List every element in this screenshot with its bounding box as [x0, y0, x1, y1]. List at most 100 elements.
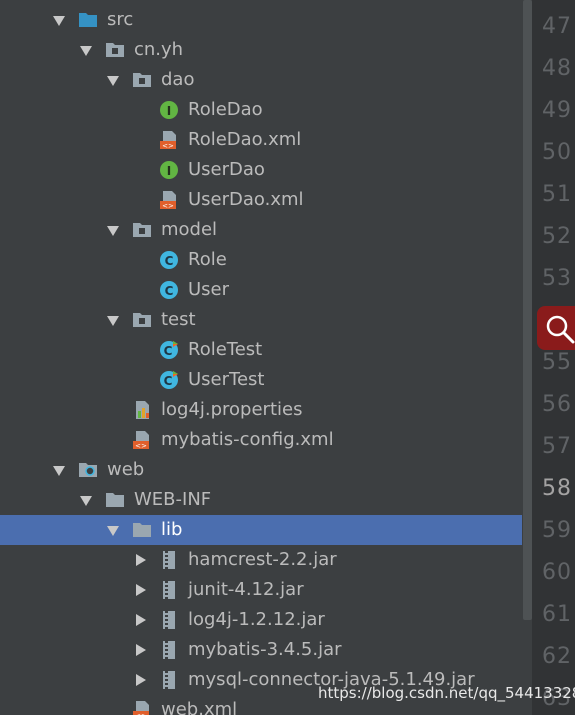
svg-text:C: C [164, 344, 173, 358]
folder-icon [132, 520, 152, 540]
chevron-right-icon[interactable] [133, 583, 147, 597]
line-number: 53 [542, 266, 572, 291]
xml-file-icon: <> [159, 190, 179, 210]
package-icon [132, 310, 152, 330]
tree-item-label: RoleDao [188, 99, 263, 120]
line-number-gutter: 4748495051525354555657585960616263 [532, 0, 575, 715]
magnifier-icon [546, 315, 575, 344]
tree-item-label: lib [161, 519, 183, 540]
line-number: 52 [542, 224, 572, 249]
tree-item[interactable]: WEB-INF [0, 485, 522, 515]
line-number: 51 [542, 182, 572, 207]
chevron-down-icon[interactable] [79, 493, 93, 507]
tree-item-label: hamcrest-2.2.jar [188, 549, 337, 570]
tree-item[interactable]: model [0, 215, 522, 245]
tree-item-label: web [107, 459, 145, 480]
chevron-down-icon[interactable] [79, 43, 93, 57]
tree-item[interactable]: <> mybatis-config.xml [0, 425, 522, 455]
chevron-down-icon[interactable] [52, 13, 66, 27]
tree-item-label: mybatis-config.xml [161, 429, 334, 450]
line-number: 56 [542, 392, 572, 417]
class-icon: C [159, 280, 179, 300]
svg-text:C: C [164, 374, 173, 388]
jar-icon [159, 640, 179, 660]
tree-item[interactable]: C UserTest [0, 365, 522, 395]
line-number: 62 [542, 644, 572, 669]
tree-item-label: UserDao.xml [188, 189, 304, 210]
tree-item-label: dao [161, 69, 195, 90]
line-number: 58 [542, 476, 572, 501]
line-number: 49 [542, 98, 572, 123]
chevron-down-icon[interactable] [106, 223, 120, 237]
line-number: 47 [542, 14, 572, 39]
test-class-icon: C [159, 340, 179, 360]
chevron-right-icon[interactable] [133, 643, 147, 657]
line-number: 55 [542, 350, 572, 375]
line-number: 57 [542, 434, 572, 459]
jar-icon [159, 550, 179, 570]
tree-item-label: mybatis-3.4.5.jar [188, 639, 342, 660]
tree-item[interactable]: log4j-1.2.12.jar [0, 605, 522, 635]
line-number: 48 [542, 56, 572, 81]
tree-item-label: cn.yh [134, 39, 184, 60]
scrollbar-thumb[interactable] [523, 0, 532, 620]
line-number: 61 [542, 602, 572, 627]
tree-item[interactable]: log4j.properties [0, 395, 522, 425]
chevron-down-icon[interactable] [106, 523, 120, 537]
tree-item[interactable]: C RoleTest [0, 335, 522, 365]
tree-item-label: test [161, 309, 196, 330]
chevron-down-icon[interactable] [106, 313, 120, 327]
package-icon [105, 40, 125, 60]
tree-item-label: User [188, 279, 230, 300]
svg-text:I: I [167, 164, 171, 178]
jar-icon [159, 610, 179, 630]
tree-item[interactable]: src [0, 5, 522, 35]
tree-item[interactable]: I UserDao [0, 155, 522, 185]
svg-text:<>: <> [162, 202, 174, 210]
tree-item[interactable]: junit-4.12.jar [0, 575, 522, 605]
tree-item[interactable]: cn.yh [0, 35, 522, 65]
tree-item-label: model [161, 219, 218, 240]
folder-source-icon [78, 10, 98, 30]
chevron-right-icon[interactable] [133, 613, 147, 627]
xml-file-icon: <> [159, 130, 179, 150]
interface-icon: I [159, 160, 179, 180]
search-badge[interactable] [537, 306, 575, 350]
chevron-right-icon[interactable] [133, 673, 147, 687]
svg-text:C: C [165, 254, 174, 268]
tree-item[interactable]: C User [0, 275, 522, 305]
line-number: 60 [542, 560, 572, 585]
tree-item[interactable]: <> UserDao.xml [0, 185, 522, 215]
properties-file-icon [132, 400, 152, 420]
svg-text:I: I [167, 104, 171, 118]
tree-item[interactable]: I RoleDao [0, 95, 522, 125]
tree-item-label: log4j.properties [161, 399, 303, 420]
svg-text:C: C [165, 284, 174, 298]
chevron-right-icon[interactable] [133, 553, 147, 567]
tree-item[interactable]: test [0, 305, 522, 335]
tree-item[interactable]: <> RoleDao.xml [0, 125, 522, 155]
project-tree: src cn.yh dao I RoleDao <> RoleDao.xml I UserDao… [0, 0, 522, 715]
interface-icon: I [159, 100, 179, 120]
jar-icon [159, 580, 179, 600]
tree-item-label: UserTest [188, 369, 265, 390]
svg-text:<>: <> [162, 142, 174, 150]
tree-item[interactable]: C Role [0, 245, 522, 275]
tree-item[interactable]: dao [0, 65, 522, 95]
svg-text:<>: <> [135, 442, 147, 450]
tree-item-label: RoleTest [188, 339, 263, 360]
tree-item[interactable]: web [0, 455, 522, 485]
chevron-down-icon[interactable] [52, 463, 66, 477]
line-number: 59 [542, 518, 572, 543]
package-icon [132, 70, 152, 90]
tree-item[interactable]: hamcrest-2.2.jar [0, 545, 522, 575]
chevron-down-icon[interactable] [106, 73, 120, 87]
tree-item-label: UserDao [188, 159, 265, 180]
xml-file-icon: <> [132, 700, 152, 715]
tree-item-label: log4j-1.2.12.jar [188, 609, 325, 630]
line-number: 50 [542, 140, 572, 165]
watermark: https://blog.csdn.net/qq_54413328 [318, 684, 575, 702]
tree-item[interactable]: mybatis-3.4.5.jar [0, 635, 522, 665]
tree-item-label: WEB-INF [134, 489, 212, 510]
tree-item[interactable]: lib [0, 515, 522, 545]
